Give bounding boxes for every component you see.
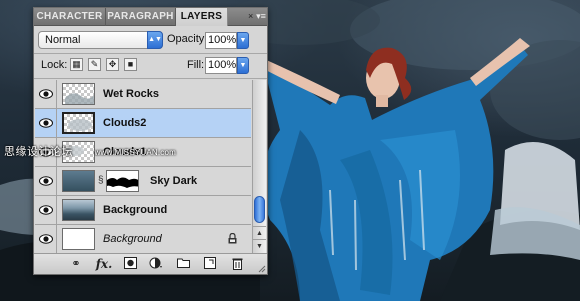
watermark: 思缘设计论坛 www.MISSYUAN.com	[4, 143, 176, 159]
layer-name[interactable]: Background	[103, 233, 162, 245]
fill-label: Fill:	[187, 59, 205, 71]
layer-thumbnail	[62, 170, 95, 192]
eye-icon	[39, 89, 53, 99]
eye-icon	[39, 176, 53, 186]
adjustment-layer-icon[interactable]	[147, 257, 165, 272]
lock-icon	[228, 233, 237, 244]
opacity-label: Opacity:	[167, 33, 208, 45]
layer-thumbnail	[62, 199, 95, 221]
layer-row-background-photo[interactable]: Background	[35, 196, 251, 225]
scroll-down-icon[interactable]: ▼	[253, 239, 266, 252]
close-icon[interactable]: ×	[248, 8, 256, 26]
layer-name[interactable]: Background	[103, 204, 167, 216]
layer-name[interactable]: Clouds2	[103, 117, 146, 129]
layer-thumbnail	[62, 83, 95, 105]
layer-row-wet-rocks[interactable]: Wet Rocks	[35, 80, 251, 109]
tab-paragraph[interactable]: PARAGRAPH	[106, 8, 176, 26]
fx-icon[interactable]: fx.	[94, 257, 114, 272]
visibility-toggle[interactable]	[35, 196, 57, 224]
scroll-up-icon[interactable]: ▲	[253, 226, 266, 239]
add-mask-icon[interactable]	[122, 257, 138, 272]
panel-footer: ⚭ fx.	[34, 253, 267, 274]
lock-label: Lock:	[41, 59, 68, 71]
blend-mode-select[interactable]: Normal ▲▼	[38, 31, 163, 49]
opacity-input[interactable]: 100%	[205, 32, 237, 49]
watermark-text: 思缘设计论坛	[4, 146, 73, 158]
divider	[34, 78, 267, 79]
resize-grip-icon[interactable]	[258, 265, 266, 273]
tab-character[interactable]: CHARACTER	[34, 8, 106, 26]
layer-name[interactable]: Sky Dark	[150, 175, 197, 187]
fill-input[interactable]: 100%	[205, 57, 237, 74]
link-layers-icon[interactable]: ⚭	[67, 257, 85, 272]
panel-tab-bar: CHARACTER PARAGRAPH LAYERS × ▾≡	[34, 8, 267, 26]
select-arrows-icon: ▲▼	[147, 31, 163, 49]
layer-thumbnail	[62, 112, 95, 134]
lock-image-pixels-icon[interactable]: ✎	[88, 58, 101, 71]
new-layer-icon[interactable]	[202, 257, 218, 272]
layer-row-background-locked[interactable]: Background	[35, 225, 251, 253]
scrollbar-thumb[interactable]	[254, 196, 265, 223]
visibility-toggle[interactable]	[35, 167, 57, 195]
eye-icon	[39, 234, 53, 244]
watermark-url: www.MISSYUAN.com	[94, 148, 176, 157]
divider	[34, 53, 267, 54]
layer-row-sky-dark[interactable]: § Sky Dark	[35, 167, 251, 196]
layers-panel: CHARACTER PARAGRAPH LAYERS × ▾≡ Normal ▲…	[33, 7, 268, 275]
opacity-dropdown-icon[interactable]: ▼	[237, 32, 249, 49]
panel-menu-icon[interactable]: ▾≡	[256, 9, 266, 25]
chain-link-icon[interactable]: §	[98, 175, 104, 187]
eye-icon	[39, 205, 53, 215]
fill-dropdown-icon[interactable]: ▼	[237, 57, 249, 74]
lock-all-icon[interactable]: ■	[124, 58, 137, 71]
visibility-toggle[interactable]	[35, 80, 57, 108]
eye-icon	[39, 118, 53, 128]
new-group-icon[interactable]	[175, 257, 191, 272]
layer-mask-thumbnail[interactable]	[106, 170, 139, 192]
lock-position-icon[interactable]: ✥	[106, 58, 119, 71]
layer-row-clouds2[interactable]: Clouds2	[35, 109, 251, 138]
tab-layers[interactable]: LAYERS	[176, 8, 228, 26]
layer-thumbnail	[62, 228, 95, 250]
lock-transparent-pixels-icon[interactable]: ▦	[70, 58, 83, 71]
layer-name[interactable]: Wet Rocks	[103, 88, 159, 100]
visibility-toggle[interactable]	[35, 109, 57, 137]
blend-mode-value: Normal	[45, 34, 81, 46]
layers-list: Wet Rocks Clouds2 Clouds1 § Sky Dark Bac…	[35, 80, 251, 253]
visibility-toggle[interactable]	[35, 225, 57, 253]
layers-scrollbar[interactable]: ▲ ▼	[252, 80, 266, 253]
trash-icon[interactable]	[229, 257, 245, 272]
